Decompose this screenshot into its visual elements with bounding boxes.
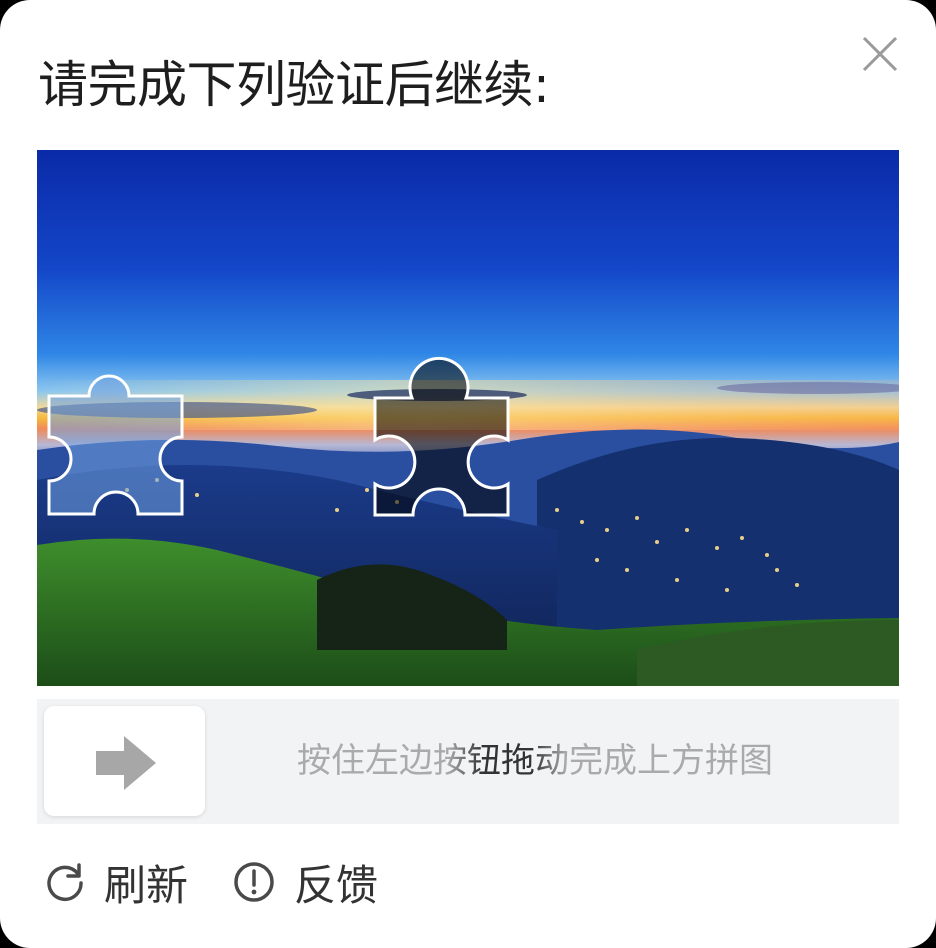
puzzle-piece[interactable]	[47, 374, 184, 516]
exclamation-circle-icon	[234, 862, 274, 902]
puzzle-background-image	[37, 150, 899, 686]
refresh-icon	[47, 863, 83, 902]
close-icon[interactable]	[858, 32, 902, 76]
slider-track: 按住左边按钮拖动完成上方拼图	[37, 699, 899, 824]
slider-hint: 按住左边按钮拖动完成上方拼图	[297, 699, 857, 824]
refresh-label: 刷新	[104, 860, 189, 910]
refresh-button[interactable]: 刷新	[44, 852, 232, 913]
arrow-right-icon	[96, 736, 156, 790]
dialog-title: 请完成下列验证后继续:	[38, 56, 550, 114]
slider-handle[interactable]	[44, 706, 205, 816]
feedback-button[interactable]: 反馈	[232, 852, 378, 913]
footer: 刷新 反馈	[44, 852, 378, 912]
captcha-dialog: 请完成下列验证后继续: 按住左边按钮拖动完成上方拼图 刷新 反馈	[0, 0, 936, 948]
feedback-label: 反馈	[294, 860, 379, 910]
